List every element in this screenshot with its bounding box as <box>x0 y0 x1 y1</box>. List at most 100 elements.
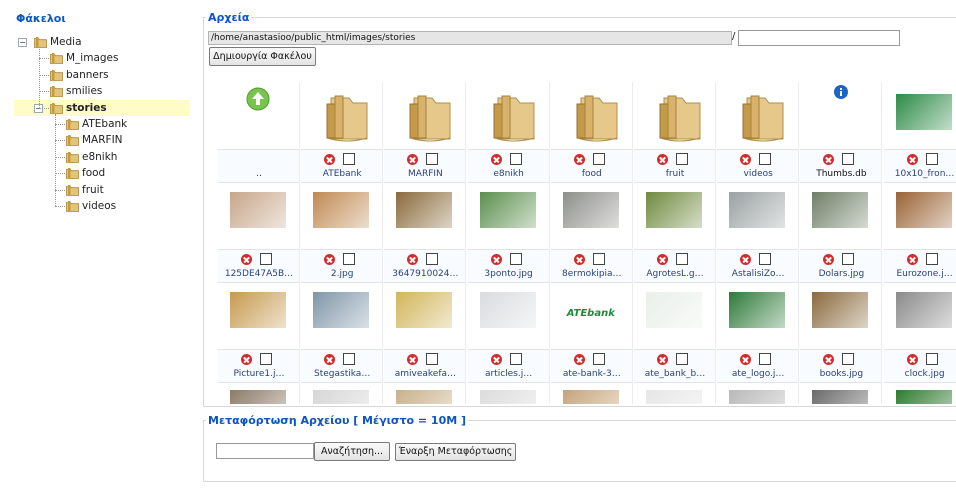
item-preview[interactable] <box>884 382 956 404</box>
upload-file-input[interactable] <box>216 443 314 459</box>
tree-item-food[interactable]: food <box>14 165 190 181</box>
file-name[interactable]: food <box>551 169 633 179</box>
delete-icon[interactable] <box>906 254 918 265</box>
delete-icon[interactable] <box>906 154 918 165</box>
item-preview[interactable] <box>800 82 883 148</box>
image-thumbnail[interactable] <box>562 390 619 404</box>
delete-icon[interactable] <box>573 254 585 265</box>
select-checkbox[interactable] <box>925 353 938 365</box>
item-preview[interactable] <box>384 82 467 148</box>
image-thumbnail[interactable] <box>895 390 952 404</box>
image-thumbnail[interactable] <box>230 390 286 404</box>
collapse-icon[interactable]: − <box>18 38 27 47</box>
item-preview[interactable] <box>884 282 956 348</box>
file-name[interactable]: 2.jpg <box>301 269 383 279</box>
select-checkbox[interactable] <box>509 353 522 365</box>
select-checkbox[interactable] <box>260 253 272 265</box>
image-thumbnail[interactable] <box>479 192 536 228</box>
file-name[interactable]: ate_logo.j… <box>717 369 799 379</box>
select-checkbox[interactable] <box>759 253 772 265</box>
image-thumbnail[interactable] <box>313 292 370 328</box>
item-preview[interactable] <box>218 282 300 348</box>
parent-folder-icon[interactable] <box>245 86 271 115</box>
delete-icon[interactable] <box>740 154 752 165</box>
select-checkbox[interactable] <box>426 153 439 165</box>
image-thumbnail[interactable] <box>895 292 952 328</box>
image-thumbnail[interactable] <box>230 192 286 228</box>
item-preview[interactable] <box>634 182 716 248</box>
file-name[interactable]: e8nikh <box>468 169 550 179</box>
item-preview[interactable] <box>717 82 800 148</box>
item-preview[interactable] <box>218 82 300 148</box>
item-preview[interactable] <box>468 82 550 148</box>
info-icon[interactable] <box>833 84 849 103</box>
delete-icon[interactable] <box>657 354 668 365</box>
file-name[interactable]: ate-bank-3… <box>551 369 633 379</box>
delete-icon[interactable] <box>324 154 336 165</box>
file-name[interactable]: videos <box>717 169 799 179</box>
delete-icon[interactable] <box>823 354 835 365</box>
tree-item-marfin[interactable]: MARFIN <box>14 132 190 148</box>
file-name[interactable]: 3647910024… <box>384 269 466 279</box>
folder-icon[interactable] <box>408 92 452 142</box>
delete-icon[interactable] <box>407 254 419 265</box>
item-preview[interactable] <box>800 282 883 348</box>
tree-item-e8nikh[interactable]: e8nikh <box>14 149 190 165</box>
image-thumbnail[interactable] <box>812 292 869 328</box>
file-name[interactable]: fruit <box>634 169 716 179</box>
select-checkbox[interactable] <box>842 153 855 165</box>
select-checkbox[interactable] <box>676 353 688 365</box>
tree-item-fruit[interactable]: fruit <box>14 182 190 198</box>
select-checkbox[interactable] <box>925 153 938 165</box>
file-name[interactable]: 8ermokipia… <box>551 269 633 279</box>
image-thumbnail[interactable] <box>313 390 370 404</box>
folder-icon[interactable] <box>492 92 536 142</box>
image-thumbnail[interactable] <box>812 192 869 228</box>
file-name[interactable]: ATEbank <box>301 169 383 179</box>
select-checkbox[interactable] <box>676 153 688 165</box>
item-preview[interactable] <box>468 282 550 348</box>
file-name[interactable]: books.jpg <box>800 369 882 379</box>
file-name[interactable]: 3ponto.jpg <box>468 269 550 279</box>
folder-icon[interactable] <box>575 92 619 142</box>
new-folder-input[interactable] <box>738 30 900 46</box>
file-name[interactable]: articles.j… <box>468 369 550 379</box>
select-checkbox[interactable] <box>426 253 439 265</box>
select-checkbox[interactable] <box>343 153 356 165</box>
item-preview[interactable] <box>634 282 716 348</box>
item-preview[interactable] <box>301 282 384 348</box>
select-checkbox[interactable] <box>426 353 439 365</box>
delete-icon[interactable] <box>490 254 502 265</box>
item-preview[interactable] <box>800 382 883 404</box>
file-name[interactable]: AstalisiZo… <box>717 269 799 279</box>
file-name[interactable]: 10x10_fron… <box>884 169 956 179</box>
image-thumbnail[interactable] <box>729 292 786 328</box>
tree-item-videos[interactable]: videos <box>14 198 190 214</box>
image-thumbnail[interactable] <box>812 390 869 404</box>
delete-icon[interactable] <box>657 154 668 165</box>
current-path-field[interactable]: /home/anastasioo/public_html/images/stor… <box>208 31 732 45</box>
delete-icon[interactable] <box>407 354 419 365</box>
select-checkbox[interactable] <box>842 253 855 265</box>
delete-icon[interactable] <box>657 254 668 265</box>
delete-icon[interactable] <box>490 354 502 365</box>
select-checkbox[interactable] <box>592 153 605 165</box>
select-checkbox[interactable] <box>759 153 772 165</box>
item-preview[interactable] <box>384 182 467 248</box>
select-checkbox[interactable] <box>509 153 522 165</box>
image-thumbnail[interactable] <box>230 292 286 328</box>
item-preview[interactable] <box>301 382 384 404</box>
file-name[interactable]: Stegastika… <box>301 369 383 379</box>
file-name[interactable]: AgrotesL.g… <box>634 269 716 279</box>
image-thumbnail[interactable] <box>396 192 453 228</box>
delete-icon[interactable] <box>490 154 502 165</box>
item-preview[interactable] <box>634 382 716 404</box>
logo-thumbnail[interactable]: ATEbank <box>562 296 619 332</box>
item-preview[interactable] <box>218 382 300 404</box>
tree-item-media[interactable]: − Media <box>14 34 190 50</box>
file-name[interactable]: Thumbs.db <box>800 169 882 179</box>
delete-icon[interactable] <box>573 154 585 165</box>
image-thumbnail[interactable] <box>646 390 702 404</box>
delete-icon[interactable] <box>241 354 252 365</box>
file-name[interactable]: amiveakefa… <box>384 369 466 379</box>
